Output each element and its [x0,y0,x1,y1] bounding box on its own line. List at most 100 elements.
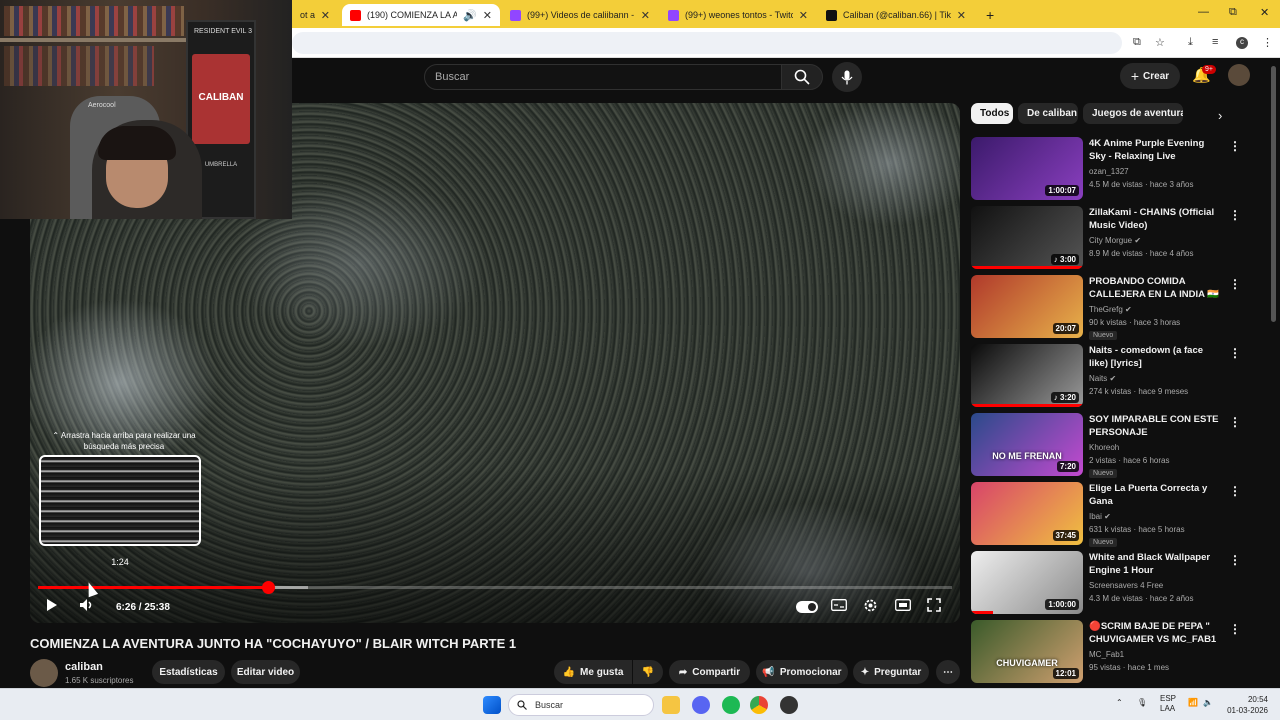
download-icon[interactable]: ⤓ [1188,36,1193,49]
channel-name[interactable]: caliban [65,661,103,673]
recommendation-channel[interactable]: Khoreoh [1089,443,1119,452]
system-clock[interactable]: 20:54 01-03-2026 [1222,694,1268,716]
tab-twitch-videos[interactable]: (99+) Videos de caliibann - Twi ✕ [502,4,658,26]
settings-gear-icon[interactable] [863,598,878,616]
taskbar-search[interactable]: Buscar [508,694,654,716]
url-field[interactable] [292,32,1122,54]
more-options-icon[interactable]: ⋮ [1229,415,1241,429]
progress-bar[interactable] [38,581,952,594]
close-tab-icon[interactable]: ✕ [641,9,650,22]
close-window-icon[interactable]: ✕ [1260,6,1269,19]
video-thumbnail[interactable]: 1:00:07 [971,137,1083,200]
windows-start-icon[interactable] [483,696,501,714]
more-options-icon[interactable]: ⋮ [1229,139,1241,153]
recommendation-item[interactable]: 37:45 Elige La Puerta Correcta y Gana Ibai… [971,482,1251,547]
profile-icon[interactable]: c [1236,37,1248,49]
search-input[interactable]: Buscar [424,64,782,90]
more-options-icon[interactable]: ⋮ [1229,346,1241,360]
chip-adventure-games[interactable]: Juegos de aventura y acción [1083,103,1183,124]
theater-mode-icon[interactable] [895,598,911,614]
language-indicator[interactable]: ESP LAA [1160,694,1176,714]
recommendation-title[interactable]: SOY IMPARABLE CON ESTE PERSONAJE [1089,413,1223,439]
share-button[interactable]: ➦ Compartir [669,660,750,684]
recommendation-item[interactable]: 1:00:00 White and Black Wallpaper Engine … [971,551,1251,615]
video-thumbnail[interactable]: 1:00:00 [971,551,1083,614]
recommendation-title[interactable]: Elige La Puerta Correcta y Gana [1089,482,1223,508]
recommendation-channel[interactable]: Naits ✔ [1089,374,1116,383]
more-options-icon[interactable]: ⋮ [1229,553,1241,567]
recommendation-item[interactable]: 1:00:07 4K Anime Purple Evening Sky - Rel… [971,137,1251,201]
recommendation-item[interactable]: 20:07 PROBANDO COMIDA CALLEJERA EN LA IND… [971,275,1251,340]
video-thumbnail[interactable]: 37:45 [971,482,1083,545]
search-icon[interactable] [781,64,823,90]
dislike-button[interactable]: 👎 [633,660,663,684]
recommendation-channel[interactable]: TheGrefg ✔ [1089,305,1132,314]
recommendation-title[interactable]: White and Black Wallpaper Engine 1 Hour [1089,551,1223,577]
mute-tab-icon[interactable]: 🔊 [463,9,477,22]
tab-twitch-weones[interactable]: (99+) weones tontos - Twitch ✕ [660,4,816,26]
recommendation-item[interactable]: NO ME FRENAN 7:20 SOY IMPARABLE CON ESTE P… [971,413,1251,478]
like-button[interactable]: 👍 Me gusta [554,660,632,684]
more-options-icon[interactable]: ⋮ [1229,208,1241,222]
more-options-icon[interactable]: ⋮ [1229,484,1241,498]
speaker-icon[interactable]: 🔈 [1203,698,1213,707]
fullscreen-icon[interactable] [927,598,941,615]
recommendation-channel[interactable]: ozan_1327 [1089,167,1129,176]
tray-mic-icon[interactable]: 🎙 [1137,698,1147,707]
recommendation-channel[interactable]: City Morgue ✔ [1089,236,1141,245]
recommendation-channel[interactable]: MC_Fab1 [1089,650,1124,659]
minimize-icon[interactable]: — [1198,6,1209,18]
tab-youtube-active[interactable]: (190) COMIENZA LA AVEN 🔊 ✕ [342,4,500,26]
recommendation-title[interactable]: ZillaKami - CHAINS (Official Music Video… [1089,206,1223,232]
video-thumbnail[interactable]: NO ME FRENAN 7:20 [971,413,1083,476]
menu-list-icon[interactable]: ≡ [1212,36,1218,48]
recommendation-channel[interactable]: Screensavers 4 Free [1089,581,1163,590]
wifi-icon[interactable]: 📶 [1188,698,1198,707]
account-avatar[interactable] [1228,64,1250,86]
scrollbar[interactable] [1271,66,1276,322]
recommendation-title[interactable]: 4K Anime Purple Evening Sky - Relaxing L… [1089,137,1223,163]
close-tab-icon[interactable]: ✕ [957,9,966,22]
cast-icon[interactable]: ⧉ [1133,36,1141,49]
subtitles-icon[interactable] [831,598,847,614]
new-tab-button[interactable]: + [978,4,1000,26]
bookmark-star-icon[interactable]: ☆ [1155,36,1165,49]
chrome-icon[interactable] [750,696,768,714]
spotify-icon[interactable] [722,696,740,714]
recommendation-item[interactable]: ♪ 3:00 ZillaKami - CHAINS (Official Music… [971,206,1251,270]
stats-button[interactable]: Estadísticas [152,660,225,684]
kebab-menu-icon[interactable]: ⋮ [1262,36,1273,49]
maximize-icon[interactable]: ⧉ [1229,6,1237,19]
video-thumbnail[interactable]: 20:07 [971,275,1083,338]
discord-icon[interactable] [692,696,710,714]
volume-icon[interactable] [79,598,95,615]
promote-button[interactable]: 📢 Promocionar [756,660,848,684]
close-tab-icon[interactable]: ✕ [483,9,492,22]
more-options-icon[interactable]: ⋮ [1229,622,1241,636]
autoplay-toggle[interactable] [796,601,818,613]
video-thumbnail[interactable]: ♪ 3:00 [971,206,1083,269]
recommendation-title[interactable]: PROBANDO COMIDA CALLEJERA EN LA INDIA 🇮🇳 [1089,275,1223,301]
close-tab-icon[interactable]: ✕ [799,9,808,22]
video-thumbnail[interactable]: CHUVIGAMER 12:01 [971,620,1083,683]
more-options-icon[interactable]: ⋮ [1229,277,1241,291]
close-tab-icon[interactable]: ✕ [321,9,330,22]
play-icon[interactable] [46,598,58,615]
video-thumbnail[interactable]: ♪ 3:20 [971,344,1083,407]
file-explorer-icon[interactable] [662,696,680,714]
more-actions-button[interactable]: ⋯ [936,660,960,684]
recommendation-item[interactable]: CHUVIGAMER 12:01 🔴SCRIM BAJE DE PEPA " CHU… [971,620,1251,684]
recommendation-item[interactable]: ♪ 3:20 Naits - comedown (a face like) [ly… [971,344,1251,408]
chip-all[interactable]: Todos [971,103,1013,124]
tray-chevron-icon[interactable]: ⌃ [1116,698,1123,707]
tab-0[interactable]: ot and ✕ [292,4,338,26]
ask-button[interactable]: ✦ Preguntar [853,660,929,684]
tab-tiktok[interactable]: Caliban (@caliban.66) | TikTok ✕ [818,4,974,26]
create-button[interactable]: + Crear [1120,63,1180,89]
recommendation-title[interactable]: 🔴SCRIM BAJE DE PEPA " CHUVIGAMER VS MC_F… [1089,620,1223,646]
channel-avatar[interactable] [30,659,58,687]
recommendation-channel[interactable]: Ibai ✔ [1089,512,1111,521]
chip-from-channel[interactable]: De caliban [1018,103,1078,124]
edit-video-button[interactable]: Editar video [231,660,300,684]
mic-icon[interactable] [832,62,862,92]
